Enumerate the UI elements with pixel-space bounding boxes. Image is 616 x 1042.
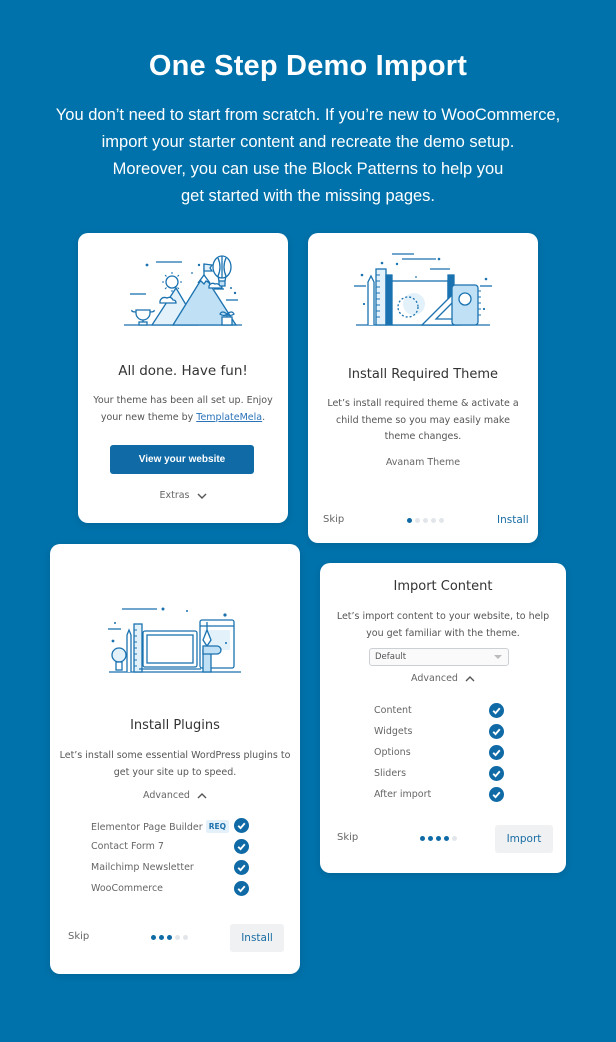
step-indicator [151,935,188,940]
check-circle-icon[interactable] [234,818,249,833]
view-website-button[interactable]: View your website [110,445,254,474]
check-circle-icon[interactable] [489,703,504,718]
card-title: Install Required Theme [347,367,499,382]
chevron-up-icon [465,675,475,681]
hero-line: get started with the missing pages. [180,187,436,205]
advanced-label: Advanced [411,673,458,684]
step-dot-active [167,935,172,940]
advanced-label: Advanced [143,790,190,801]
import-option-row: Content [374,702,506,723]
step-dot [452,836,457,841]
card-title: Install Plugins [130,718,220,733]
plugin-name: WooCommerce [91,883,164,894]
laptop-workspace-illustration [108,607,241,673]
caret-down-icon [494,655,502,659]
step-dot-active [444,836,449,841]
card-description: Let’s install some essential WordPress p… [59,750,291,778]
drafting-tools-illustration [354,253,492,326]
chevron-up-icon [197,792,207,798]
card-description: Let’s import content to your website, to… [336,611,550,639]
check-circle-icon[interactable] [489,724,504,739]
option-name: Options [374,747,411,758]
card-title: Import Content [393,579,493,594]
card-description: Let’s install required theme & activate … [327,398,519,442]
card-title: All done. Have fun! [118,363,248,379]
install-plugins-card: Install Plugins Let’s install some essen… [50,544,300,974]
plugin-label: Elementor Page Builder REQ [91,820,229,833]
import-option-row: After import [374,786,506,807]
option-name: Sliders [374,768,407,779]
step-dot-active [159,935,164,940]
import-content-card: Import Content Let’s import content to y… [320,563,566,873]
import-option-row: Options [374,744,506,765]
check-circle-icon[interactable] [234,839,249,854]
plugin-name: Elementor Page Builder [91,822,203,833]
hero-description: You don’t need to start from scratch. If… [20,102,596,210]
skip-button[interactable]: Skip [323,514,344,525]
page-title: One Step Demo Import [148,50,468,82]
plugin-row: Elementor Page Builder REQ [91,817,251,838]
import-button[interactable]: Import [495,825,553,853]
import-options-list: Content Widgets Options Sliders After im… [374,702,506,807]
step-dot-active [420,836,425,841]
option-name: Widgets [374,726,413,737]
step-dot-active [407,518,412,523]
plugin-name: Mailchimp Newsletter [91,862,194,873]
option-name: After import [374,789,432,800]
check-circle-icon[interactable] [489,745,504,760]
skip-button[interactable]: Skip [68,931,89,942]
install-theme-button[interactable]: Install [497,514,529,526]
check-circle-icon[interactable] [234,881,249,896]
theme-name: Avanam Theme [385,457,461,468]
hero-line: Moreover, you can use the Block Patterns… [112,160,504,178]
step-indicator [420,836,457,841]
step-dot [439,518,444,523]
step-indicator [407,518,444,523]
plugin-row: Mailchimp Newsletter [91,859,251,880]
hero-line: You don’t need to start from scratch. If… [55,106,561,124]
templatemela-link[interactable]: TemplateMela [196,412,262,423]
install-plugins-button[interactable]: Install [230,924,284,952]
advanced-toggle[interactable]: Advanced [320,673,566,684]
chevron-down-icon [197,493,207,499]
hero-line: import your starter content and recreate… [101,133,515,151]
mountain-balloon-illustration [124,255,242,326]
all-done-card: All done. Have fun! Your theme has been … [78,233,288,523]
check-circle-icon[interactable] [234,860,249,875]
step-dot [415,518,420,523]
extras-toggle[interactable]: Extras [78,490,288,501]
demo-select[interactable]: Default [369,648,509,666]
import-option-row: Sliders [374,765,506,786]
card-description: Your theme has been all set up. Enjoy yo… [86,393,280,426]
option-name: Content [374,705,412,716]
install-theme-card: Install Required Theme Let’s install req… [308,233,538,543]
step-dot [431,518,436,523]
plugin-row: Contact Form 7 [91,838,251,859]
step-dot-active [151,935,156,940]
select-value: Default [375,652,407,662]
skip-button[interactable]: Skip [337,832,358,843]
plugin-row: WooCommerce [91,880,251,901]
step-dot [183,935,188,940]
description-suffix: . [262,411,266,423]
check-circle-icon[interactable] [489,766,504,781]
plugin-list: Elementor Page Builder REQ Contact Form 7… [91,817,251,901]
step-dot [175,935,180,940]
plugin-name: Contact Form 7 [91,841,164,852]
step-dot [423,518,428,523]
import-option-row: Widgets [374,723,506,744]
required-badge: REQ [205,820,229,833]
advanced-toggle[interactable]: Advanced [50,790,300,801]
extras-label: Extras [159,490,190,501]
check-circle-icon[interactable] [489,787,504,802]
step-dot-active [436,836,441,841]
step-dot-active [428,836,433,841]
